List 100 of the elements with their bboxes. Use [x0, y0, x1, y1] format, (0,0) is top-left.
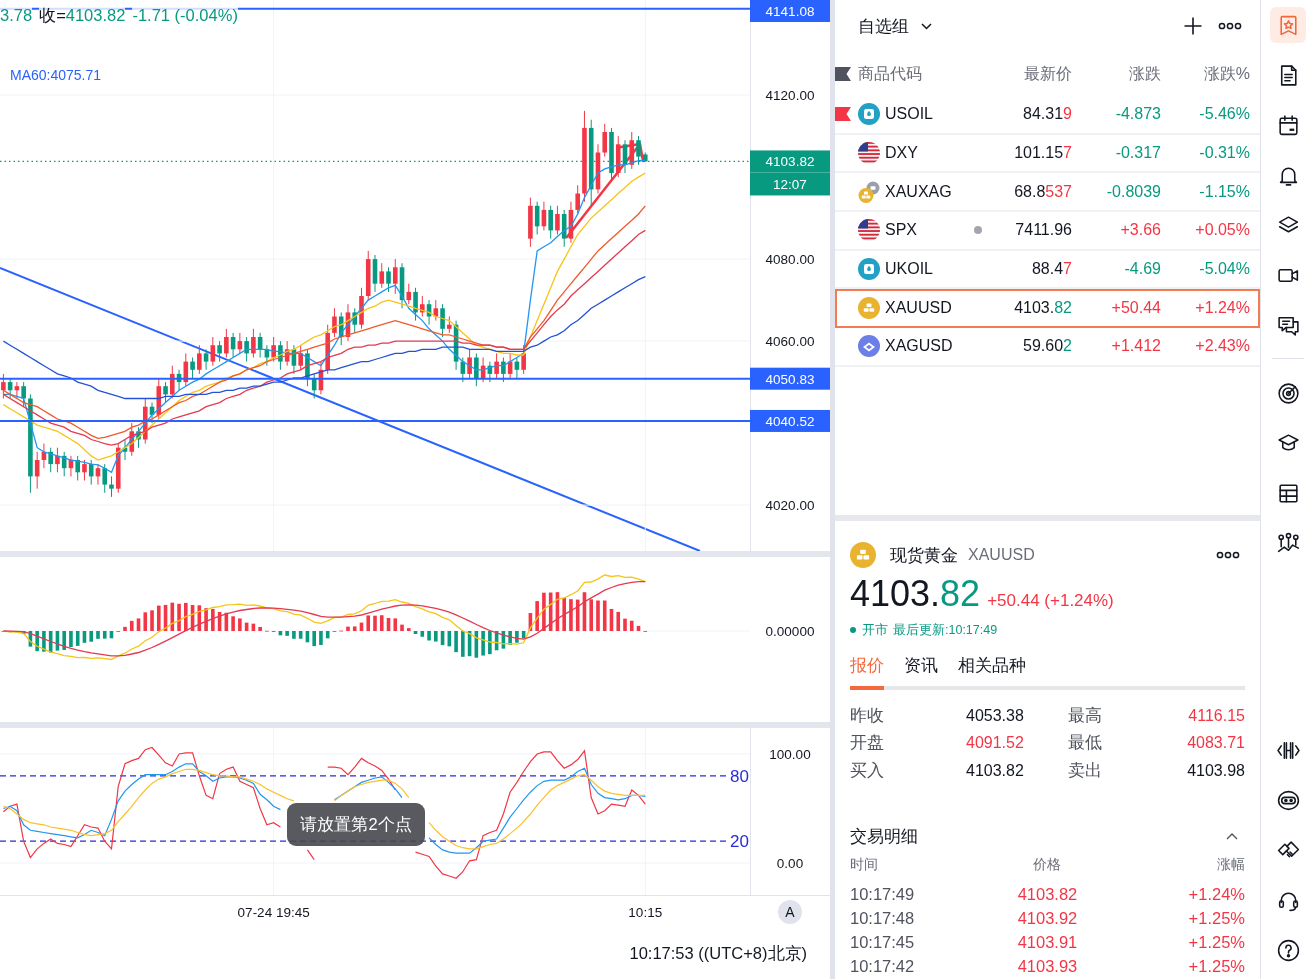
- stat-label: 买入: [850, 759, 885, 781]
- stat-label: 卖出: [1068, 759, 1103, 781]
- percent-change: +0.05%: [1194, 221, 1250, 240]
- watchlist-row[interactable]: UKOIL 88.47 -4.69 -5.04%: [835, 250, 1260, 290]
- last-price: 88.47: [1030, 260, 1072, 279]
- oil-drop-icon: [858, 103, 880, 126]
- trade-time: 10:17:48: [850, 908, 916, 928]
- ref-line-label: 4141.08: [765, 4, 815, 19]
- price-change: +50.44: [1110, 298, 1161, 317]
- countdown-label: 12:07: [750, 172, 830, 196]
- stat-value: 4116.15: [1187, 706, 1245, 725]
- watchlist-row[interactable]: XAGUSD 59.602 +1.412 +2.43%: [835, 328, 1260, 367]
- price-change: +3.66: [1119, 221, 1161, 240]
- level-label: 20: [730, 832, 749, 852]
- more-icon[interactable]: [1218, 22, 1242, 30]
- ref-line-label: 4050.83: [765, 371, 815, 387]
- trade-change: +1.25%: [1187, 932, 1245, 952]
- watchlist-row[interactable]: USOIL 84.319 -4.873 -5.46%: [835, 96, 1260, 135]
- axis-label: 0.00: [776, 855, 804, 871]
- stat-value: 4103.82: [966, 761, 1025, 780]
- price-label: 4050.83: [750, 367, 830, 390]
- price-label: 4103.82: [750, 150, 830, 173]
- flag-icon: [835, 67, 851, 81]
- instrument-name: 现货黄金: [890, 544, 958, 567]
- diamond-stack-icon: [858, 335, 880, 358]
- more-icon[interactable]: [1216, 551, 1240, 559]
- tab[interactable]: 资讯: [904, 654, 938, 690]
- column-header: 涨跌: [1128, 63, 1161, 84]
- percent-change: -0.31%: [1198, 144, 1250, 163]
- stat-label: 最低: [1068, 732, 1103, 754]
- trade-price: 4103.91: [1016, 932, 1079, 952]
- percent-change: -1.15%: [1198, 182, 1250, 201]
- trade-change: +1.25%: [1187, 956, 1245, 976]
- watchlist-row[interactable]: SPX 7411.96 +3.66 +0.05%: [835, 212, 1260, 251]
- watchlist-row[interactable]: XAUUSD 4103.82 +50.44 +1.24%: [835, 289, 1260, 329]
- price-change: -0.8039: [1105, 182, 1161, 201]
- symbol-text: XAUXAG: [884, 182, 953, 201]
- oil-drop-icon: [858, 258, 880, 281]
- last-price: 84.319: [1022, 105, 1072, 124]
- price-change: -4.69: [1123, 260, 1161, 279]
- auto-scale-button[interactable]: A: [778, 900, 802, 924]
- column-header: 商品代码: [857, 63, 923, 84]
- axis-label: 0.00000: [765, 624, 815, 639]
- last-price: 68.8537: [1013, 182, 1072, 201]
- tab[interactable]: 相关品种: [958, 654, 1026, 690]
- symbol-text: UKOIL: [884, 260, 934, 279]
- trade-change: +1.25%: [1187, 908, 1245, 928]
- stat-label: 开盘: [850, 732, 885, 754]
- percent-change: -5.46%: [1198, 105, 1250, 124]
- symbol-text: DXY: [884, 144, 919, 163]
- stat-value: 4091.52: [966, 734, 1025, 753]
- level-label: 80: [730, 766, 749, 786]
- update-time: 最后更新:10:17:49: [893, 621, 998, 639]
- price-label: 4141.08: [750, 0, 830, 22]
- ref-line-label: 4103.82: [765, 154, 815, 170]
- column-header: 时间: [850, 856, 879, 874]
- stat-value: 4053.38: [966, 706, 1025, 725]
- chevron-up-icon[interactable]: [1226, 832, 1238, 840]
- time-label: 07-24 19:45: [237, 905, 310, 920]
- ma-legend: MA60:4075.71: [10, 67, 102, 83]
- ingot-stack-icon: [858, 296, 880, 319]
- stat-label: 昨收: [850, 704, 885, 726]
- trade-time: 10:17:45: [850, 932, 916, 952]
- price-label: 4040.52: [750, 409, 830, 432]
- hint-tooltip: 请放置第2个点: [287, 803, 425, 846]
- last-price: 7411.96: [1014, 221, 1072, 240]
- price-change: -0.317: [1114, 144, 1161, 163]
- price-change: +1.412: [1110, 337, 1161, 356]
- price-change: -4.873: [1114, 105, 1161, 124]
- time-label: 10:15: [628, 905, 663, 920]
- us-flag-icon: [858, 219, 880, 242]
- price-change: +50.44 (+1.24%): [987, 591, 1114, 611]
- axis-label: 4020.00: [765, 498, 815, 514]
- trade-time: 10:17:49: [850, 884, 916, 904]
- column-header: 涨跌%: [1202, 63, 1250, 84]
- instrument-symbol: XAUUSD: [968, 546, 1035, 564]
- symbol-text: USOIL: [884, 105, 934, 124]
- column-header: 最新价: [1023, 63, 1072, 84]
- axis-label: 100.00: [769, 747, 811, 763]
- ref-line-label: 4040.52: [765, 413, 815, 429]
- section-title: 交易明细: [850, 825, 918, 848]
- symbol-text: SPX: [884, 221, 918, 240]
- trade-price: 4103.92: [1016, 908, 1079, 928]
- stat-value: 4103.98: [1187, 761, 1245, 780]
- coin-pair-icon: [858, 180, 880, 203]
- symbol-text: XAUUSD: [884, 298, 953, 317]
- market-status: 开市: [862, 621, 888, 639]
- column-header: 涨幅: [1216, 856, 1245, 874]
- axis-label: 4120.00: [765, 88, 815, 104]
- watchlist-row[interactable]: DXY 101.157 -0.317 -0.31%: [835, 134, 1260, 174]
- chevron-down-icon[interactable]: [921, 22, 932, 30]
- ingot-stack-icon: [850, 542, 876, 568]
- trade-change: +1.24%: [1187, 884, 1245, 904]
- add-icon[interactable]: [1184, 17, 1202, 35]
- target-icon: [1275, 380, 1301, 406]
- watchlist-row[interactable]: XAUXAG 68.8537 -0.8039 -1.15%: [835, 173, 1260, 213]
- column-header: 价格: [1032, 856, 1063, 874]
- legend-label: 收=: [39, 5, 66, 25]
- last-price: 101.157: [1013, 144, 1072, 163]
- last-price: 59.602: [1022, 337, 1072, 356]
